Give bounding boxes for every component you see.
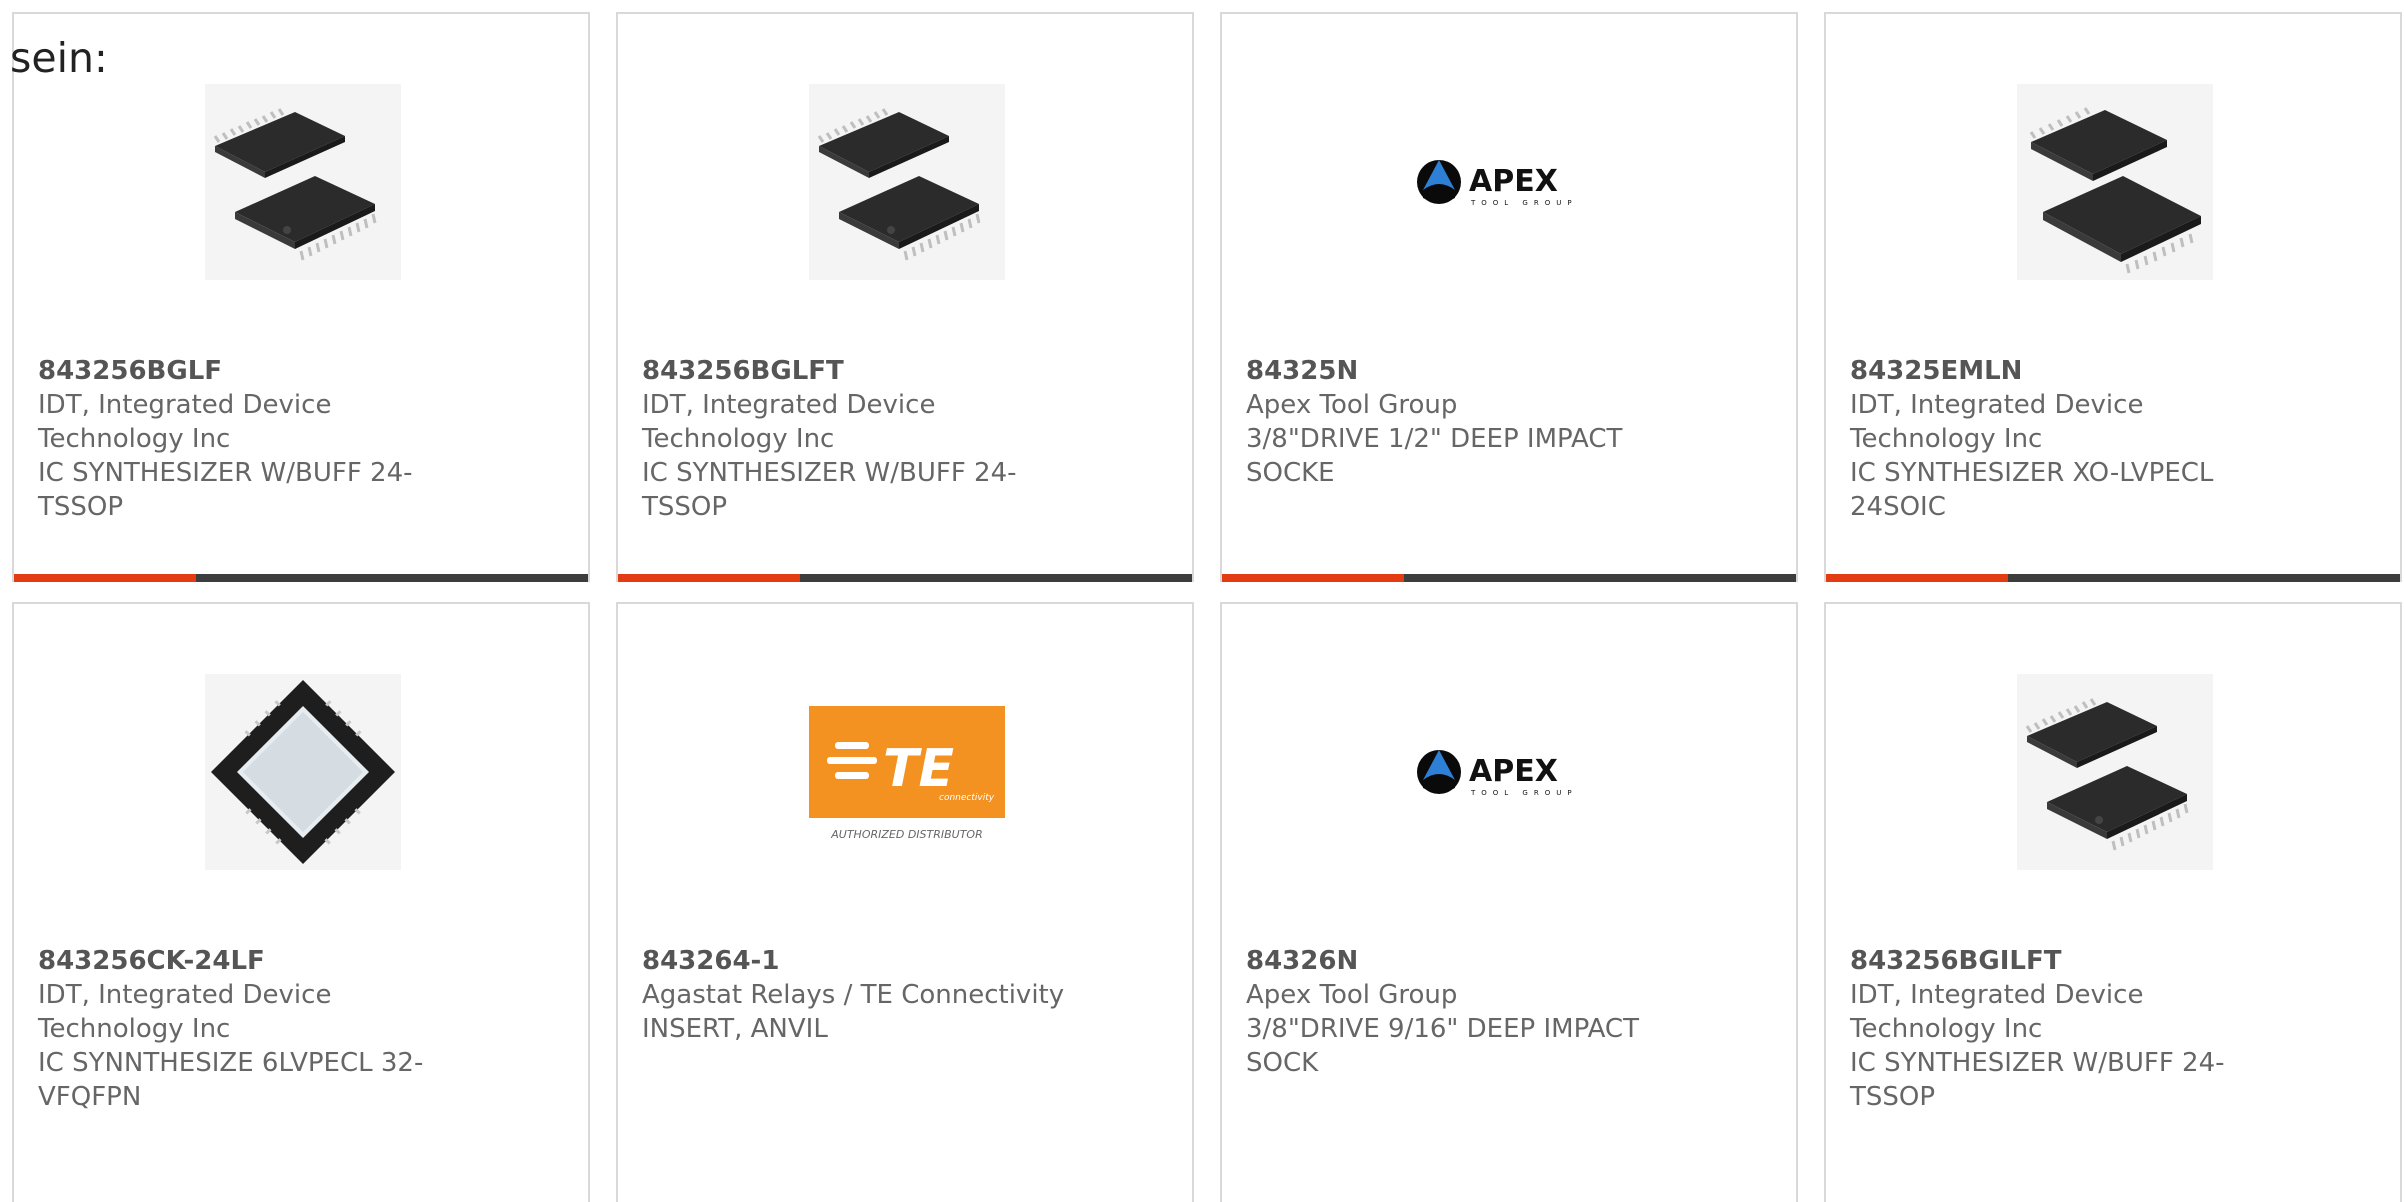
part-number[interactable]: 843256BGLFT <box>642 354 1082 388</box>
product-card[interactable]: 843256BGLF IDT, Integrated Device Technol… <box>12 12 590 582</box>
product-image[interactable]: TE connectivity AUTHORIZED DISTRIBUTOR <box>807 672 1007 872</box>
svg-text:APEX: APEX <box>1469 754 1558 789</box>
product-image[interactable]: APEX TOOL GROUP <box>1411 672 1611 872</box>
card-accent-bar <box>1222 574 1796 582</box>
part-number[interactable]: 843256BGLF <box>38 354 478 388</box>
product-image[interactable] <box>807 82 1007 282</box>
product-card[interactable]: 843256CK-24LF IDT, Integrated Device Tech… <box>12 602 590 1202</box>
manufacturer: IDT, Integrated Device Technology Inc <box>642 390 936 454</box>
product-card[interactable]: 843256BGLFT IDT, Integrated Device Techno… <box>616 12 1194 582</box>
manufacturer: Agastat Relays / TE Connectivity <box>642 980 1065 1010</box>
part-number[interactable]: 84325EMLN <box>1850 354 2290 388</box>
qfn-chip-image <box>205 674 401 870</box>
product-image[interactable] <box>203 672 403 872</box>
lead-text: sein: <box>10 34 108 82</box>
svg-text:TE: TE <box>883 739 954 799</box>
svg-text:AUTHORIZED DISTRIBUTOR: AUTHORIZED DISTRIBUTOR <box>830 828 983 841</box>
description: 3/8"DRIVE 9/16" DEEP IMPACT SOCK <box>1246 1014 1639 1078</box>
product-image[interactable]: APEX TOOL GROUP <box>1411 82 1611 282</box>
apex-logo: APEX TOOL GROUP <box>1413 674 1609 870</box>
part-number[interactable]: 843256BGILFT <box>1850 944 2290 978</box>
description: IC SYNTHESIZER W/BUFF 24- TSSOP <box>38 458 413 522</box>
manufacturer: Apex Tool Group <box>1246 390 1458 420</box>
product-card[interactable]: APEX TOOL GROUP 84326N Apex Tool Group 3… <box>1220 602 1798 1202</box>
manufacturer: IDT, Integrated Device Technology Inc <box>38 390 332 454</box>
description: IC SYNNTHESIZE 6LVPECL 32- VFQFPN <box>38 1048 424 1112</box>
part-number[interactable]: 843264-1 <box>642 944 1082 978</box>
manufacturer: Apex Tool Group <box>1246 980 1458 1010</box>
product-image[interactable] <box>2015 672 2215 872</box>
card-accent-bar <box>1826 574 2400 582</box>
manufacturer: IDT, Integrated Device Technology Inc <box>38 980 332 1044</box>
card-accent-bar <box>14 574 588 582</box>
svg-text:connectivity: connectivity <box>939 793 995 803</box>
svg-text:APEX: APEX <box>1469 164 1558 199</box>
description: IC SYNTHESIZER XO-LVPECL 24SOIC <box>1850 458 2214 522</box>
product-image[interactable] <box>203 82 403 282</box>
product-card[interactable]: 84325EMLN IDT, Integrated Device Technolo… <box>1824 12 2402 582</box>
card-accent-bar <box>618 574 1192 582</box>
tssop-chip-image <box>2017 674 2213 870</box>
manufacturer: IDT, Integrated Device Technology Inc <box>1850 390 2144 454</box>
part-number[interactable]: 843256CK-24LF <box>38 944 478 978</box>
description: IC SYNTHESIZER W/BUFF 24- TSSOP <box>642 458 1017 522</box>
soic-chip-image <box>2017 84 2213 280</box>
svg-text:TOOL GROUP: TOOL GROUP <box>1470 199 1578 207</box>
svg-text:TOOL GROUP: TOOL GROUP <box>1470 789 1578 797</box>
product-card[interactable]: APEX TOOL GROUP 84325N Apex Tool Group 3… <box>1220 12 1798 582</box>
description: 3/8"DRIVE 1/2" DEEP IMPACT SOCKE <box>1246 424 1623 488</box>
manufacturer: IDT, Integrated Device Technology Inc <box>1850 980 2144 1044</box>
product-card[interactable]: 843256BGILFT IDT, Integrated Device Techn… <box>1824 602 2402 1202</box>
product-image[interactable] <box>2015 82 2215 282</box>
part-number[interactable]: 84326N <box>1246 944 1686 978</box>
description: IC SYNTHESIZER W/BUFF 24- TSSOP <box>1850 1048 2225 1112</box>
te-connectivity-logo: TE connectivity AUTHORIZED DISTRIBUTOR <box>809 674 1005 870</box>
tssop-chip-image <box>205 84 401 280</box>
description: INSERT, ANVIL <box>642 1014 828 1044</box>
part-number[interactable]: 84325N <box>1246 354 1686 388</box>
apex-logo: APEX TOOL GROUP <box>1413 84 1609 280</box>
product-card[interactable]: TE connectivity AUTHORIZED DISTRIBUTOR 8… <box>616 602 1194 1202</box>
tssop-chip-image <box>809 84 1005 280</box>
